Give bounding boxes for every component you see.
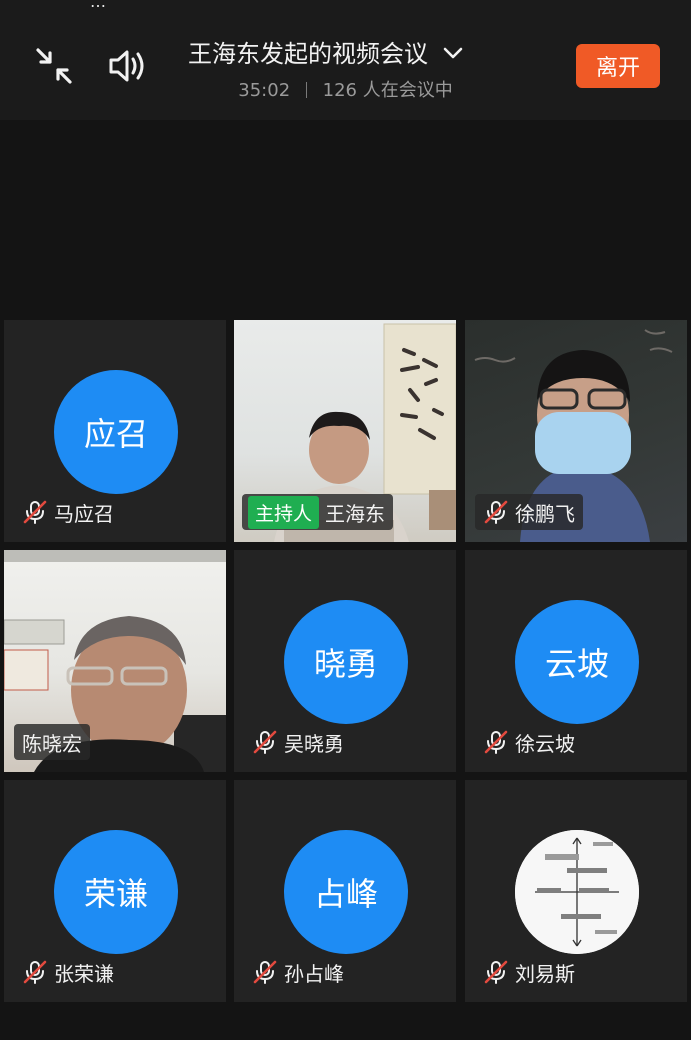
avatar: 应召 (54, 370, 178, 494)
mic-muted-icon (252, 959, 278, 985)
participant-namebar: 马应召 (14, 494, 122, 530)
mic-muted-icon (483, 729, 509, 755)
participant-namebar: 孙占峰 (244, 954, 352, 990)
avatar: 云坡 (515, 600, 639, 724)
participant-namebar: 主持人 王海东 (242, 494, 394, 530)
diagram-avatar-image (515, 830, 639, 954)
participant-count: 126 人在会议中 (322, 80, 453, 101)
meeting-duration: 35:02 (238, 80, 291, 101)
participant-name: 王海东 (325, 501, 386, 526)
participant-name: 马应召 (54, 501, 114, 526)
participant-name: 吴晓勇 (284, 731, 344, 756)
status-bar-fragment: … (90, 0, 106, 11)
avatar: 占峰 (284, 830, 408, 954)
participant-namebar: 徐鹏飞 (475, 494, 583, 530)
participant-tile-video[interactable]: 陈晓宏 (4, 550, 226, 772)
meeting-title[interactable]: 王海东发起的视频会议 (188, 34, 464, 69)
participant-namebar: 刘易斯 (475, 954, 583, 990)
participant-tile[interactable]: 荣谦 张荣谦 (4, 780, 226, 1002)
avatar-image (515, 830, 639, 954)
leave-button[interactable]: 离开 (576, 44, 660, 88)
mic-muted-icon (22, 959, 48, 985)
avatar: 晓勇 (284, 600, 408, 724)
mic-muted-icon (252, 729, 278, 755)
participant-name: 刘易斯 (515, 961, 575, 986)
participant-name: 徐鹏飞 (515, 501, 575, 526)
meeting-title-text: 王海东发起的视频会议 (188, 40, 428, 68)
participant-tile[interactable]: 晓勇 吴晓勇 (234, 550, 456, 772)
participant-name: 陈晓宏 (22, 731, 82, 756)
participant-tile-video[interactable]: 主持人 王海东 (234, 320, 456, 542)
participant-name: 徐云坡 (515, 731, 575, 756)
chevron-down-icon[interactable] (442, 38, 464, 66)
mic-muted-icon (483, 499, 509, 525)
divider (305, 82, 307, 98)
participant-tile[interactable]: 应召 马应召 (4, 320, 226, 542)
participant-name: 孙占峰 (284, 961, 344, 986)
participant-namebar: 吴晓勇 (244, 724, 352, 760)
participant-namebar: 张荣谦 (14, 954, 122, 990)
participant-tile[interactable]: 占峰 孙占峰 (234, 780, 456, 1002)
mic-muted-icon (22, 499, 48, 525)
host-badge: 主持人 (248, 495, 320, 529)
participant-namebar: 徐云坡 (475, 724, 583, 760)
participant-tile[interactable]: 云坡 徐云坡 (465, 550, 687, 772)
top-bar: … 王海东发起的视频会议 35:02 126 人在会议中 离开 (0, 0, 691, 120)
avatar: 荣谦 (54, 830, 178, 954)
participant-tile-video[interactable]: 徐鹏飞 (465, 320, 687, 542)
participant-namebar: 陈晓宏 (14, 724, 90, 760)
mic-muted-icon (483, 959, 509, 985)
participant-name: 张荣谦 (54, 961, 114, 986)
participant-tile[interactable]: 刘易斯 (465, 780, 687, 1002)
